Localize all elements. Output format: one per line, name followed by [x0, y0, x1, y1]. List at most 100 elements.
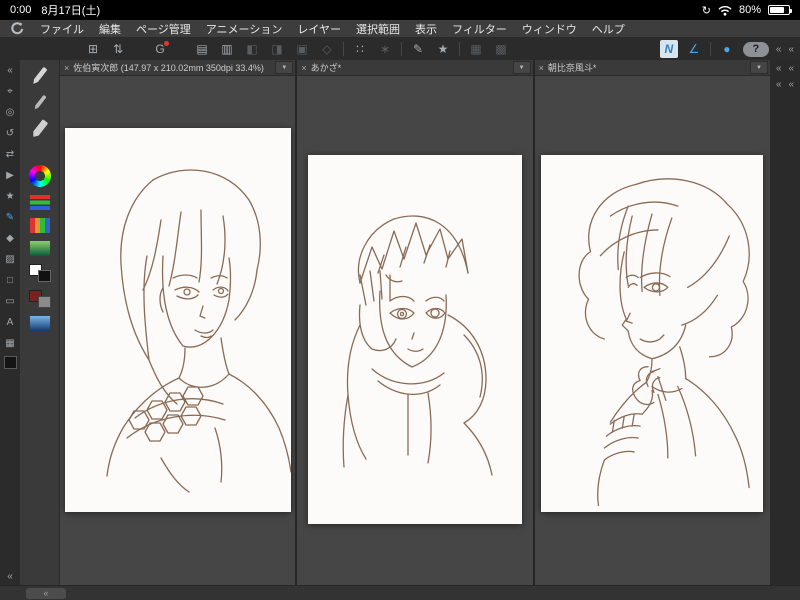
collapsed-palette-strip: « « « «: [770, 60, 800, 585]
document-area: × 佐伯寅次郎 (147.97 x 210.02mm 350dpi 33.4%)…: [60, 60, 770, 585]
color-set-icon[interactable]: [29, 218, 50, 233]
expand-palette-icon[interactable]: «: [776, 79, 782, 90]
tab-menu-button[interactable]: ▼: [512, 61, 531, 74]
canvas-viewport-3: [535, 76, 770, 585]
drawing-canvas-3[interactable]: [541, 155, 764, 512]
foreground-background-colors[interactable]: [28, 264, 51, 282]
next-page-icon[interactable]: ◨: [268, 40, 286, 58]
menu-page-management[interactable]: ページ管理: [136, 21, 191, 37]
document-tab-1[interactable]: × 佐伯寅次郎 (147.97 x 210.02mm 350dpi 33.4%)…: [60, 60, 296, 76]
pencil-subtool-icon[interactable]: [31, 67, 47, 86]
magic-wand-tool-icon[interactable]: ★: [1, 188, 19, 205]
workspace: « ⌖ ◎ ↺ ⇄ ▶ ★ ✎ ◆ ▨ □ ▭ A ▦ ■ «: [0, 60, 800, 585]
zoom-tool-icon[interactable]: ◎: [1, 104, 19, 121]
new-page-icon[interactable]: ▤: [193, 40, 211, 58]
paint-icon[interactable]: ✎: [409, 40, 427, 58]
collapse-right-icon[interactable]: «: [788, 44, 794, 55]
document-panel-1: × 佐伯寅次郎 (147.97 x 210.02mm 350dpi 33.4%)…: [60, 60, 296, 585]
grid-b-icon[interactable]: ▩: [492, 40, 510, 58]
clip-studio-logo[interactable]: [10, 21, 25, 36]
clip-studio-icon[interactable]: G: [151, 40, 169, 58]
background-color-swatch[interactable]: [37, 270, 51, 282]
toolbar-separator: [401, 42, 402, 56]
collapse-right-icon[interactable]: «: [776, 44, 782, 55]
transform-icon[interactable]: ∗: [376, 40, 394, 58]
auto-select-icon[interactable]: ★: [434, 40, 452, 58]
menu-selection[interactable]: 選択範囲: [356, 21, 400, 37]
sketch-artwork-3: [578, 178, 751, 507]
color-sliders-icon[interactable]: [29, 195, 50, 210]
gradient-tool-icon[interactable]: ▨: [1, 251, 19, 268]
chevron-down-icon: ▼: [756, 64, 762, 71]
horizontal-scrollbar-thumb[interactable]: «: [26, 587, 66, 599]
fill-tool-icon[interactable]: ◆: [1, 230, 19, 247]
eyedropper-subtool-icon[interactable]: [33, 95, 47, 111]
rotation-lock-icon: ↻: [701, 4, 711, 17]
document-title: あかざ*: [310, 63, 342, 73]
prev-page-icon[interactable]: ◧: [243, 40, 261, 58]
menu-window[interactable]: ウィンドウ: [522, 21, 577, 37]
import-export-icon[interactable]: ⇅: [109, 40, 127, 58]
expand-palette-icon[interactable]: «: [789, 63, 795, 74]
expand-palette-icon[interactable]: «: [789, 79, 795, 90]
document-tab-2[interactable]: × あかざ* ▼: [297, 60, 533, 76]
rotate-view-tool-icon[interactable]: ↺: [1, 125, 19, 142]
collapse-bottom-icon[interactable]: «: [1, 568, 19, 585]
document-panel-2: × あかざ* ▼: [297, 60, 533, 585]
help-button[interactable]: ?: [742, 41, 769, 57]
stylus-icon[interactable]: ●: [718, 40, 736, 58]
gradient-blue-swatch-icon[interactable]: [29, 316, 50, 331]
color-wheel-icon[interactable]: [28, 165, 51, 187]
menu-file[interactable]: ファイル: [40, 21, 84, 37]
clip-studio-logo-icon: [11, 22, 24, 35]
current-color-swatch[interactable]: ■: [3, 356, 17, 369]
selection-tool-icon[interactable]: □: [1, 272, 19, 289]
gradient-green-swatch-icon[interactable]: [29, 241, 50, 256]
chevron-down-icon: ▼: [281, 64, 288, 71]
collapse-tools-icon[interactable]: «: [1, 62, 19, 79]
cursor-tool-icon[interactable]: ▶: [1, 167, 19, 184]
toolbar-separator: [709, 42, 711, 56]
menu-view[interactable]: 表示: [415, 21, 437, 37]
document-tab-3[interactable]: × 朝比奈風斗* ▼: [534, 60, 770, 76]
menu-help[interactable]: ヘルプ: [592, 21, 625, 37]
close-icon[interactable]: ×: [64, 63, 69, 73]
tab-menu-button[interactable]: ▼: [275, 61, 294, 74]
ruler-snap-icon[interactable]: N: [659, 40, 678, 58]
keyframe-icon[interactable]: ◇: [318, 40, 336, 58]
select-tool-icon[interactable]: ⌖: [1, 83, 19, 100]
close-icon[interactable]: ×: [539, 63, 544, 73]
stop-icon[interactable]: ▣: [293, 40, 311, 58]
menu-bar: ファイル 編集 ページ管理 アニメーション レイヤー 選択範囲 表示 フィルター…: [0, 20, 800, 38]
tab-menu-button[interactable]: ▼: [749, 61, 768, 74]
status-time: 0:00: [10, 4, 32, 16]
layout-grid-icon[interactable]: ⊞: [84, 40, 102, 58]
duplicate-page-icon[interactable]: ▥: [218, 40, 236, 58]
grid-a-icon[interactable]: ▦: [467, 40, 485, 58]
drawing-canvas-1[interactable]: [64, 128, 291, 512]
approx-color-b[interactable]: [37, 296, 51, 308]
drawing-canvas-2[interactable]: [307, 155, 522, 524]
expand-palette-icon[interactable]: «: [776, 63, 782, 74]
document-panel-3: × 朝比奈風斗* ▼: [534, 60, 770, 585]
collapse-left-icon: «: [43, 588, 49, 598]
document-title: 朝比奈風斗*: [547, 63, 597, 73]
flip-view-tool-icon[interactable]: ⇄: [1, 146, 19, 163]
snap-dots-icon[interactable]: ∷: [351, 40, 369, 58]
sketch-artwork-2: [342, 215, 493, 476]
bottom-bar: «: [0, 585, 800, 600]
pattern-tool-icon[interactable]: ▦: [1, 335, 19, 352]
text-tool-icon[interactable]: A: [1, 314, 19, 331]
menu-animation[interactable]: アニメーション: [206, 21, 283, 37]
angle-snap-icon[interactable]: ∠: [685, 40, 703, 58]
menu-layer[interactable]: レイヤー: [297, 21, 341, 37]
frame-tool-icon[interactable]: ▭: [1, 293, 19, 310]
menu-edit[interactable]: 編集: [99, 21, 121, 37]
menu-filter[interactable]: フィルター: [452, 21, 507, 37]
pen-tool-icon[interactable]: ✎: [1, 209, 19, 226]
approximate-color-swatches[interactable]: [28, 290, 51, 308]
canvas-viewport-1: [60, 76, 295, 585]
notification-dot: [164, 41, 169, 46]
brush-subtool-icon[interactable]: [31, 119, 49, 139]
close-icon[interactable]: ×: [301, 63, 306, 73]
